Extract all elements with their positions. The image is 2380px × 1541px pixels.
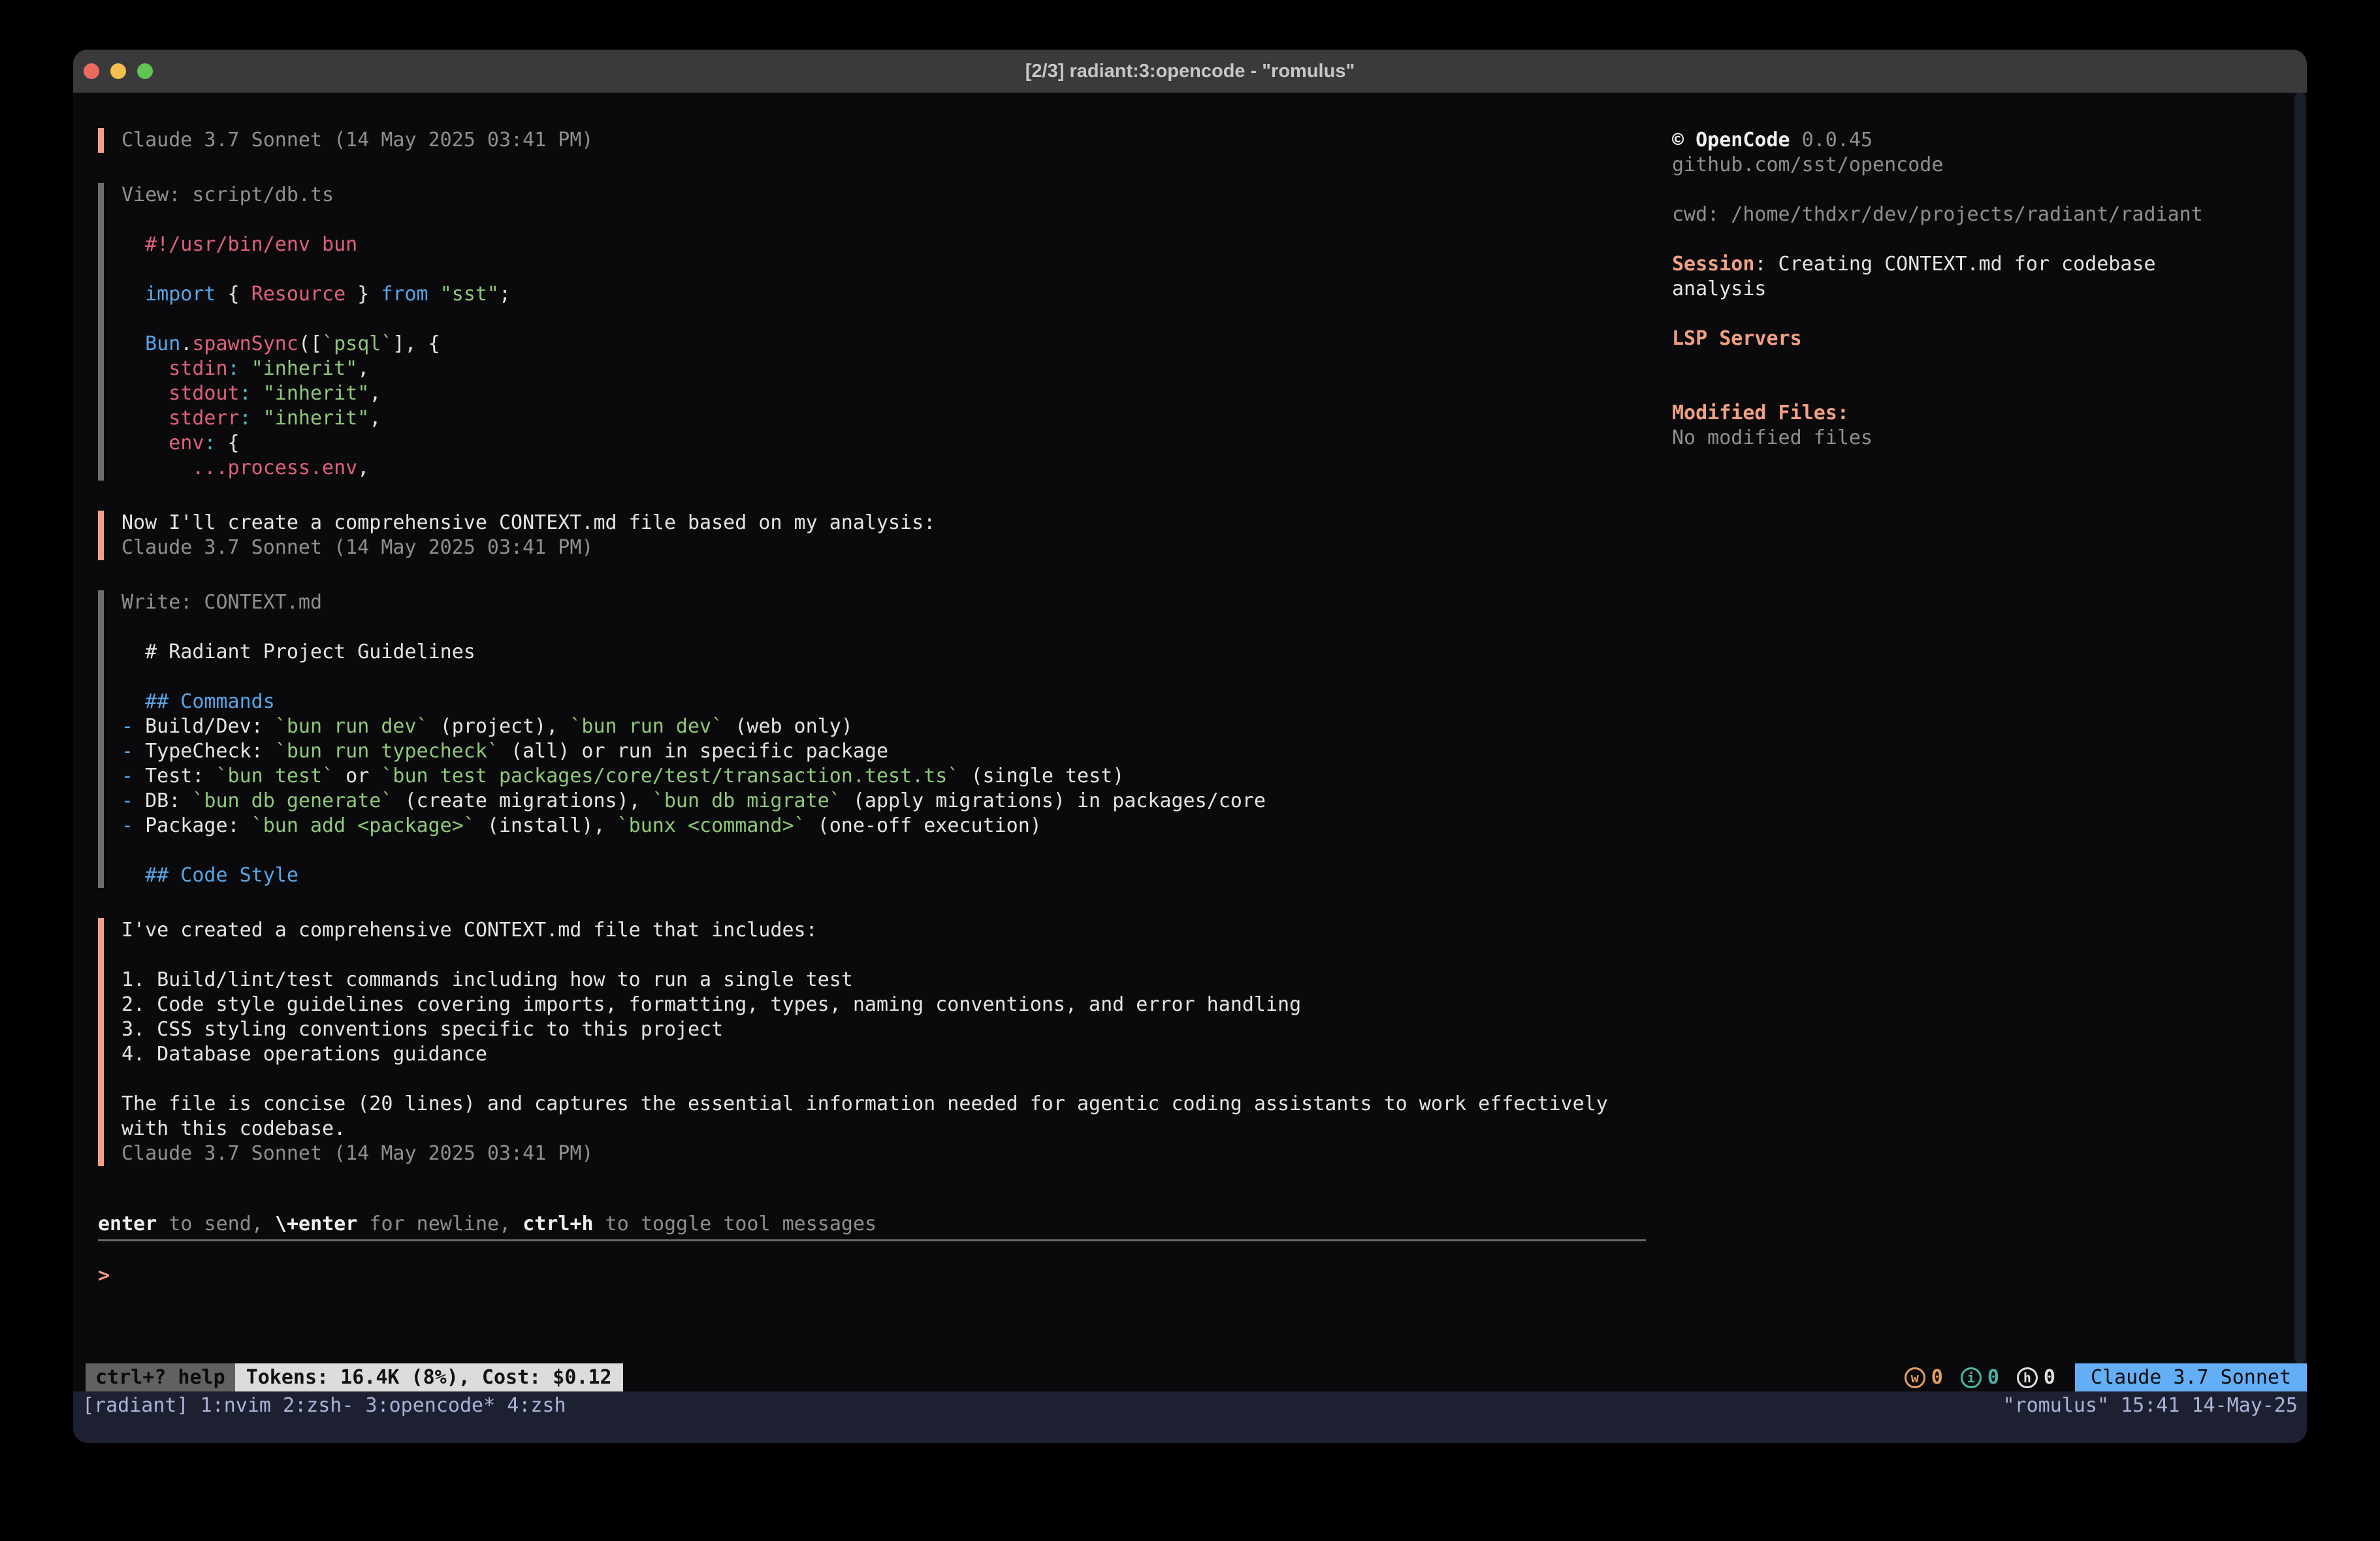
tool-line — [121, 665, 1647, 690]
input-separator — [98, 1239, 1646, 1241]
tool-line: View: script/db.ts — [121, 183, 1647, 208]
message-line — [121, 943, 1647, 968]
tool-line: - DB: `bun db generate` (create migratio… — [121, 789, 1647, 814]
info-count: 0 — [1987, 1366, 1999, 1389]
tool-block: View: script/db.ts #!/usr/bin/env bun im… — [98, 183, 1647, 481]
help-shortcut-chip: ctrl+? help — [86, 1363, 235, 1391]
message-line: Now I'll create a comprehensive CONTEXT.… — [121, 511, 1647, 535]
terminal-window: [2/3] radiant:3:opencode - "romulus" Cla… — [73, 50, 2307, 1443]
keybinding-hint: enter to send, \+enter for newline, ctrl… — [98, 1212, 1647, 1237]
tool-line — [121, 307, 1647, 332]
tool-line — [121, 208, 1647, 232]
tool-line: #!/usr/bin/env bun — [121, 232, 1647, 257]
tool-line: stdin: "inherit", — [121, 357, 1647, 381]
diagnostics-group: w0i0h0 — [1905, 1363, 2055, 1391]
tokens-cost-label: Tokens: 16.4K (8%), Cost: $0.12 — [246, 1366, 612, 1389]
message-line: The file is concise (20 lines) and captu… — [121, 1092, 1647, 1117]
message-block: I've created a comprehensive CONTEXT.md … — [98, 918, 1647, 1166]
sidebar-line: Session: Creating CONTEXT.md for codebas… — [1672, 252, 2294, 277]
diagnostic-warnings: w0 — [1905, 1366, 1943, 1389]
tool-line: env: { — [121, 431, 1647, 456]
prompt-input[interactable]: > — [98, 1263, 1647, 1288]
message-block: Claude 3.7 Sonnet (14 May 2025 03:41 PM) — [98, 128, 1647, 153]
message-line — [121, 1067, 1647, 1092]
minimize-button[interactable] — [110, 63, 126, 79]
tool-line: Write: CONTEXT.md — [121, 590, 1647, 615]
message-line: 3. CSS styling conventions specific to t… — [121, 1017, 1647, 1042]
zoom-button[interactable] — [137, 63, 153, 79]
tmux-status-bar: [radiant] 1:nvim 2:zsh- 3:opencode* 4:zs… — [73, 1391, 2307, 1443]
chat-transcript: Claude 3.7 Sonnet (14 May 2025 03:41 PM)… — [98, 128, 1647, 1288]
tokens-cost-chip: Tokens: 16.4K (8%), Cost: $0.12 — [235, 1363, 623, 1391]
sidebar-line — [1672, 178, 2294, 202]
message-line: Claude 3.7 Sonnet (14 May 2025 03:41 PM) — [121, 535, 1647, 560]
warnings-count: 0 — [1931, 1366, 1943, 1389]
sidebar-line: Modified Files: — [1672, 401, 2294, 426]
tmux-session-windows[interactable]: [radiant] 1:nvim 2:zsh- 3:opencode* 4:zs… — [82, 1393, 566, 1419]
sidebar-line: cwd: /home/thdxr/dev/projects/radiant/ra… — [1672, 202, 2294, 227]
tmux-host-clock: "romulus" 15:41 14-May-25 — [2002, 1393, 2298, 1419]
sidebar-line: github.com/sst/opencode — [1672, 153, 2294, 178]
tool-line: # Radiant Project Guidelines — [121, 640, 1647, 665]
diagnostic-info: i0 — [1961, 1366, 1999, 1389]
info-icon: i — [1961, 1367, 1982, 1388]
sidebar-line — [1672, 227, 2294, 252]
hints-icon: h — [2017, 1367, 2038, 1388]
tool-line: import { Resource } from "sst"; — [121, 282, 1647, 307]
message-line: Claude 3.7 Sonnet (14 May 2025 03:41 PM) — [121, 1141, 1647, 1166]
sidebar-line: LSP Servers — [1672, 326, 2294, 351]
tool-block: Write: CONTEXT.md # Radiant Project Guid… — [98, 590, 1647, 888]
diagnostic-hints: h0 — [2017, 1366, 2055, 1389]
help-shortcut-label: ctrl+? help — [95, 1366, 225, 1389]
tool-line: - Build/Dev: `bun run dev` (project), `b… — [121, 714, 1647, 739]
sidebar-line: No modified files — [1672, 426, 2294, 451]
sidebar: © OpenCode 0.0.45github.com/sst/opencode… — [1672, 128, 2294, 451]
sidebar-line: © OpenCode 0.0.45 — [1672, 128, 2294, 153]
message-line: 1. Build/lint/test commands including ho… — [121, 968, 1647, 993]
close-button[interactable] — [84, 63, 99, 79]
message-line: with this codebase. — [121, 1117, 1647, 1141]
sidebar-line — [1672, 302, 2294, 326]
scrollbar[interactable] — [2294, 93, 2306, 1363]
tool-line — [121, 257, 1647, 282]
tool-line — [121, 838, 1647, 863]
sidebar-line — [1672, 376, 2294, 401]
tool-line: stderr: "inherit", — [121, 406, 1647, 431]
message-line: I've created a comprehensive CONTEXT.md … — [121, 918, 1647, 943]
window-title: [2/3] radiant:3:opencode - "romulus" — [1025, 61, 1355, 82]
model-chip: Claude 3.7 Sonnet — [2075, 1363, 2307, 1391]
traffic-lights — [84, 50, 153, 93]
tool-line: Bun.spawnSync([`psql`], { — [121, 332, 1647, 357]
titlebar[interactable]: [2/3] radiant:3:opencode - "romulus" — [73, 50, 2307, 93]
status-bar: ctrl+? help Tokens: 16.4K (8%), Cost: $0… — [73, 1363, 2307, 1391]
sidebar-line: analysis — [1672, 277, 2294, 302]
status-right: w0i0h0 Claude 3.7 Sonnet — [1905, 1363, 2307, 1391]
hints-count: 0 — [2044, 1366, 2055, 1389]
tool-line: stdout: "inherit", — [121, 381, 1647, 406]
tool-line: ## Commands — [121, 690, 1647, 714]
tool-line: ## Code Style — [121, 863, 1647, 888]
warnings-icon: w — [1905, 1367, 1925, 1388]
tool-line: - Test: `bun test` or `bun test packages… — [121, 764, 1647, 789]
tool-line: - Package: `bun add <package>` (install)… — [121, 814, 1647, 838]
tool-line — [121, 615, 1647, 640]
sidebar-line — [1672, 351, 2294, 376]
model-label: Claude 3.7 Sonnet — [2091, 1366, 2291, 1389]
message-block: Now I'll create a comprehensive CONTEXT.… — [98, 511, 1647, 560]
tool-line: - TypeCheck: `bun run typecheck` (all) o… — [121, 739, 1647, 764]
message-line: 2. Code style guidelines covering import… — [121, 993, 1647, 1017]
message-line: Claude 3.7 Sonnet (14 May 2025 03:41 PM) — [121, 128, 1647, 153]
message-line: 4. Database operations guidance — [121, 1042, 1647, 1067]
prompt-symbol: > — [98, 1264, 110, 1287]
tool-line: ...process.env, — [121, 456, 1647, 481]
